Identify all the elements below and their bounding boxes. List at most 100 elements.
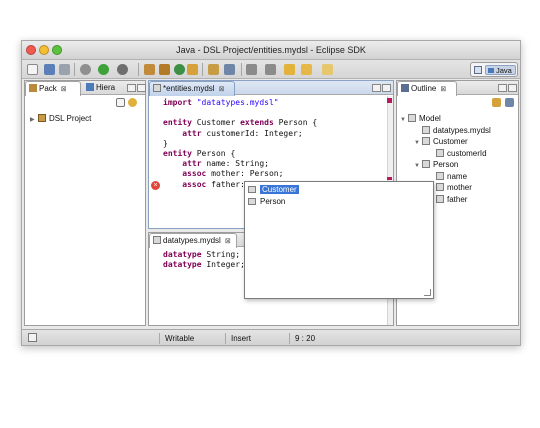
open-perspective-icon[interactable] — [474, 66, 482, 74]
toolbar-separator — [241, 63, 242, 76]
toolbar-separator — [74, 63, 75, 76]
outline-item[interactable]: customerId — [428, 148, 487, 159]
code-line[interactable]: datatype String; — [163, 250, 240, 260]
minimize-view-icon[interactable] — [127, 84, 136, 92]
status-cursor-position: 9 : 20 — [289, 333, 341, 344]
tab-datatypes-mydsl[interactable]: datatypes.mydsl ⊠ — [149, 233, 237, 248]
code-line[interactable]: assoc mother: Person; — [163, 169, 283, 179]
outline-node-icon — [422, 137, 430, 145]
maximize-view-icon[interactable] — [137, 84, 146, 92]
tab-entities-label: *entities.mydsl — [163, 84, 215, 93]
outline-item[interactable]: datatypes.mydsl — [414, 125, 491, 136]
outline-item[interactable]: name — [428, 171, 467, 182]
status-writable: Writable — [159, 333, 221, 344]
tab-hierarchy[interactable]: Hiera — [83, 81, 129, 95]
outline-item-label: father — [447, 194, 468, 204]
new-class-icon[interactable] — [174, 64, 185, 75]
code-line[interactable]: } — [163, 139, 168, 149]
outline-item[interactable]: mother — [428, 182, 472, 193]
title-bar: Java - DSL Project/entities.mydsl - Ecli… — [22, 41, 520, 60]
expand-arrow-icon[interactable]: ▶ — [30, 115, 38, 126]
outline-node-icon — [436, 194, 444, 203]
window-title: Java - DSL Project/entities.mydsl - Ecli… — [176, 45, 366, 55]
minimize-view-icon[interactable] — [498, 84, 507, 92]
save-icon[interactable] — [44, 64, 55, 75]
forward-arrow-icon[interactable] — [322, 64, 333, 75]
close-tab-icon[interactable]: ⊠ — [61, 83, 67, 96]
close-tab-icon[interactable]: ⊠ — [225, 235, 231, 248]
new-icon[interactable] — [27, 64, 38, 75]
collapse-arrow-icon[interactable]: ▼ — [400, 115, 408, 126]
code-line[interactable]: entity Person { — [163, 149, 235, 159]
run-icon[interactable] — [98, 64, 109, 75]
resize-grip-icon[interactable] — [424, 289, 431, 296]
error-marker-icon[interactable]: × — [151, 181, 160, 190]
maximize-view-icon[interactable] — [382, 84, 391, 92]
code-line[interactable]: import "datatypes.mydsl" — [163, 98, 279, 108]
code-line[interactable]: datatype Integer; — [163, 260, 245, 270]
code-keyword: extends — [240, 118, 274, 128]
new-package-icon[interactable] — [159, 64, 170, 75]
tab-outline[interactable]: Outline ⊠ — [397, 81, 457, 96]
tab-datatypes-label: datatypes.mydsl — [163, 236, 221, 245]
settings-gear-icon[interactable] — [80, 64, 91, 75]
perspective-switcher[interactable]: Java — [470, 62, 518, 77]
code-keyword: attr — [182, 159, 202, 169]
completion-item-person[interactable]: Person — [248, 196, 285, 207]
outline-item-label: mother — [447, 183, 472, 192]
status-insert-mode: Insert — [225, 333, 285, 344]
outline-item[interactable]: ▼ Person — [414, 159, 458, 170]
tab-entities-mydsl[interactable]: *entities.mydsl ⊠ — [149, 81, 235, 96]
hierarchy-icon — [86, 83, 94, 91]
print-icon[interactable] — [59, 64, 70, 75]
outline-item-label: datatypes.mydsl — [433, 125, 491, 135]
outline-item[interactable]: ▼ Customer — [414, 136, 468, 147]
code-keyword: attr — [182, 128, 202, 138]
link-with-editor-icon[interactable] — [128, 98, 137, 107]
maximize-view-icon[interactable] — [508, 84, 517, 92]
overview-error-mark[interactable] — [387, 98, 392, 103]
completion-label: Customer — [260, 185, 299, 194]
dsl-file-icon — [153, 236, 161, 244]
last-edit-location-icon[interactable] — [284, 64, 295, 75]
tab-hierarchy-label: Hiera — [96, 83, 116, 92]
minimize-view-icon[interactable] — [372, 84, 381, 92]
next-annotation-icon[interactable] — [246, 64, 257, 75]
collapse-arrow-icon[interactable]: ▼ — [414, 161, 422, 172]
link-editor-icon[interactable] — [492, 98, 501, 107]
search-icon[interactable] — [224, 64, 235, 75]
collapse-arrow-icon[interactable]: ▼ — [414, 138, 422, 149]
tree-item-dsl-project[interactable]: ▶ DSL Project — [30, 113, 91, 124]
code-line[interactable]: attr customerId: Integer; — [163, 128, 303, 139]
collapse-all-icon[interactable] — [116, 98, 125, 107]
code-line[interactable]: attr name: String; — [163, 159, 269, 169]
java-perspective-button[interactable]: Java — [485, 65, 516, 75]
sort-icon[interactable] — [505, 98, 514, 107]
back-arrow-icon[interactable] — [301, 64, 312, 75]
debug-icon[interactable] — [117, 64, 128, 75]
tab-package-explorer[interactable]: Pack ⊠ — [25, 81, 81, 96]
outline-item[interactable]: ▼ Model — [400, 113, 441, 124]
fast-view-icon[interactable] — [28, 333, 37, 342]
outline-node-icon — [422, 125, 430, 134]
code-keyword: entity — [163, 118, 192, 128]
new-dropdown-icon[interactable] — [187, 64, 198, 75]
previous-annotation-icon[interactable] — [265, 64, 276, 75]
tab-outline-label: Outline — [411, 84, 437, 93]
open-type-icon[interactable] — [208, 64, 219, 75]
code-text: name: String; — [201, 159, 269, 169]
code-line[interactable]: assoc father: | — [163, 180, 254, 190]
close-tab-icon[interactable]: ⊠ — [219, 83, 225, 96]
completion-label: Person — [260, 197, 286, 206]
completion-item-customer[interactable]: Customer — [248, 184, 299, 195]
outline-icon — [401, 84, 409, 92]
close-tab-icon[interactable]: ⊠ — [440, 83, 446, 96]
outline-node-icon — [408, 114, 416, 122]
new-java-project-icon[interactable] — [144, 64, 155, 75]
overview-error-mark[interactable] — [387, 177, 392, 180]
code-text: customerId: Integer; — [201, 128, 303, 138]
code-line[interactable]: entity Customer extends Person { — [163, 118, 317, 128]
package-explorer-panel: Pack ⊠ Hiera ▶ DSL Project — [24, 80, 146, 326]
code-text: Person { — [273, 118, 318, 128]
